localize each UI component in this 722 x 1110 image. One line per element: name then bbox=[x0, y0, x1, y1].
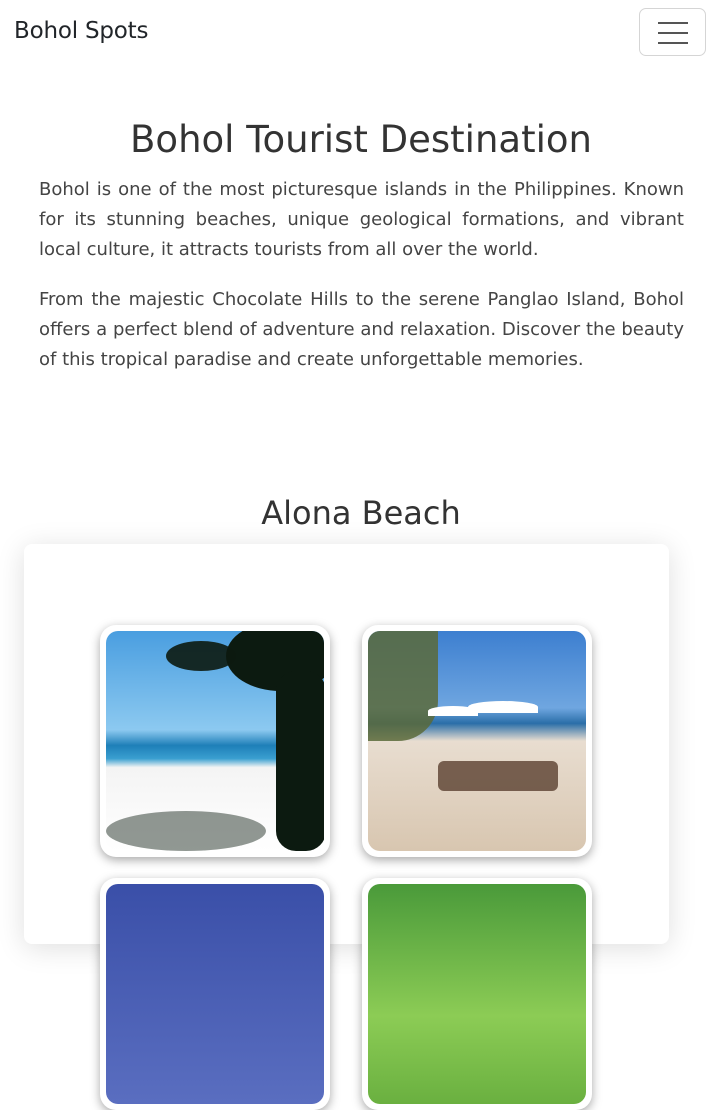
navbar-toggler-button[interactable] bbox=[639, 8, 706, 56]
page-title: Bohol Tourist Destination bbox=[130, 118, 592, 161]
navbar: Bohol Spots bbox=[0, 0, 722, 68]
gallery-photo-beach-palm[interactable] bbox=[100, 625, 330, 857]
beach-palm-photo bbox=[106, 631, 324, 851]
section-title: Alona Beach bbox=[261, 494, 461, 532]
palm-leaves-photo bbox=[368, 884, 586, 1104]
intro-paragraph-2: From the majestic Chocolate Hills to the… bbox=[39, 289, 684, 370]
brand-link[interactable]: Bohol Spots bbox=[14, 18, 148, 44]
gallery-photo-palm-leaves[interactable] bbox=[362, 878, 592, 1110]
hamburger-menu-icon bbox=[658, 22, 688, 24]
beach-umbrellas-photo bbox=[368, 631, 586, 851]
gallery-photo-beach-umbrellas[interactable] bbox=[362, 625, 592, 857]
intro-paragraph-1: Bohol is one of the most picturesque isl… bbox=[39, 179, 684, 260]
beach-sunset-photo bbox=[106, 884, 324, 1104]
gallery-photo-beach-sunset[interactable] bbox=[100, 878, 330, 1110]
